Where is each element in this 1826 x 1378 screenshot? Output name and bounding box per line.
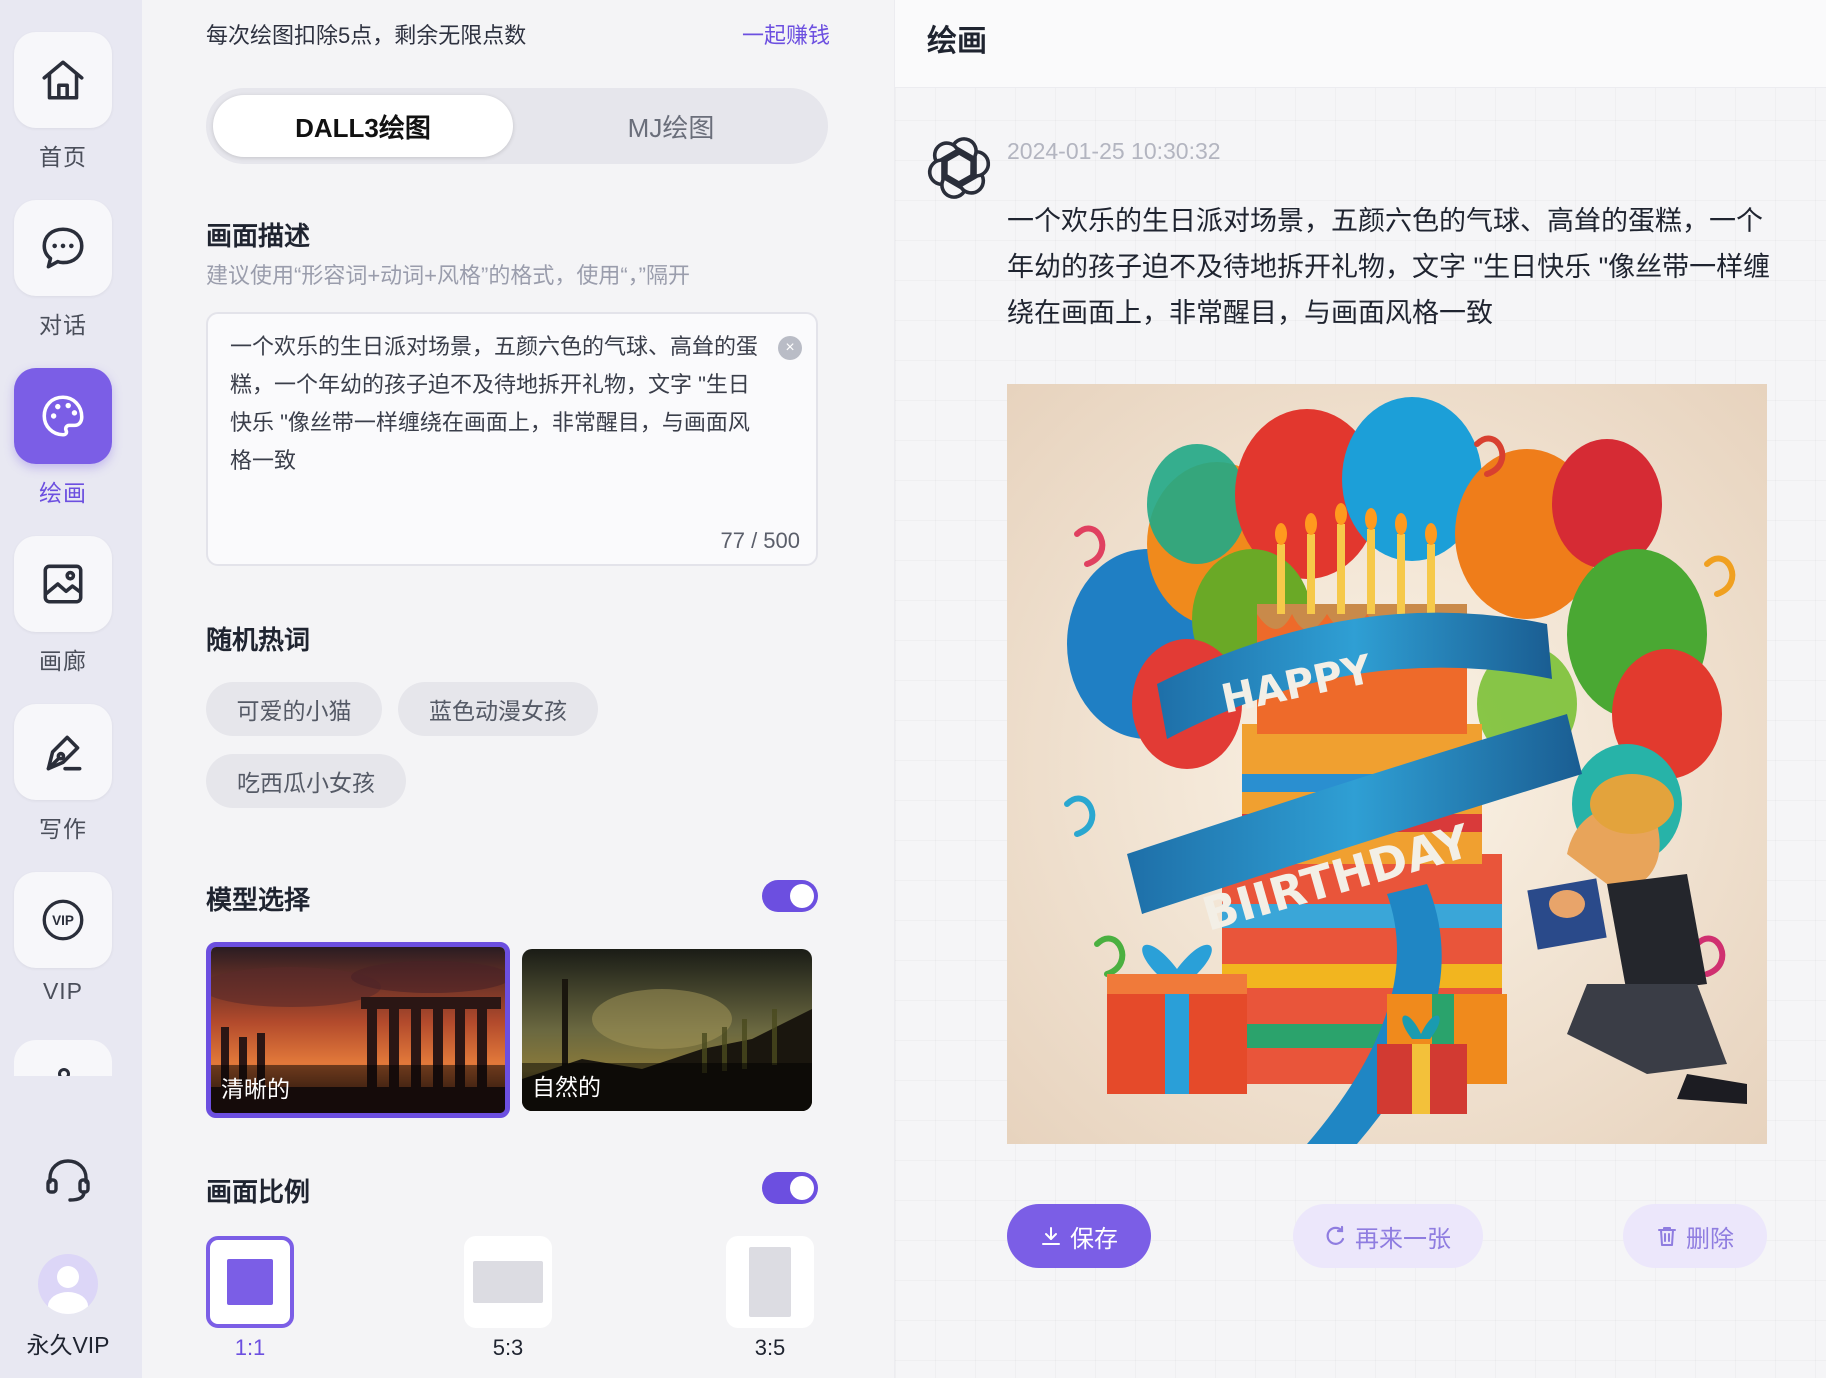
nav-tile [14,200,112,296]
retry-button[interactable]: 再来一张 [1293,1204,1483,1268]
nav-tile [14,368,112,464]
ratio-option-5-3[interactable] [464,1236,552,1328]
model-option-clear[interactable]: 清晰的 [206,942,510,1118]
ratio-toggle[interactable] [762,1172,818,1204]
hot-words-title: 随机热词 [206,625,311,655]
nav-item-write[interactable]: 写作 [14,704,112,844]
main-header: 绘画 [895,0,1826,88]
gallery-icon [43,564,83,604]
model-toggle[interactable] [762,880,818,912]
ratio-title: 画面比例 [206,1177,311,1207]
download-icon [1042,1227,1060,1245]
tab-dall3[interactable]: DALL3绘图 [213,95,513,157]
nav-label: 首页 [39,144,87,170]
membership-label: 永久VIP [26,1332,110,1358]
char-counter: 77 / 500 [720,528,800,553]
delete-button[interactable]: 删除 [1623,1204,1767,1268]
svg-text:VIP: VIP [52,913,74,928]
model-tabs: DALL3绘图 MJ绘图 [206,88,828,164]
save-label: 保存 [1070,1225,1118,1253]
palette-icon [42,395,84,437]
chat-icon [42,227,84,269]
ratio-portrait-shape [749,1247,791,1317]
points-info: 每次绘图扣除5点，剩余无限点数 [206,23,527,48]
prompt-input[interactable]: 一个欢乐的生日派对场景，五颜六色的气球、高耸的蛋糕，一个年幼的孩子迫不及待地拆开… [206,312,818,566]
nav-label: VIP [42,978,84,1004]
nav-tile [14,32,112,128]
page-title: 绘画 [927,25,987,58]
ratio-label: 5:3 [492,1335,524,1360]
more-icon [58,1068,70,1076]
nav-item-draw[interactable]: 绘画 [14,368,112,508]
sidebar: 首页 对话 绘画 画廊 写作 VIP VIP 永久VIP [0,0,142,1378]
pen-icon [46,735,82,771]
prompt-text[interactable]: 一个欢乐的生日派对场景，五颜六色的气球、高耸的蛋糕，一个年幼的孩子迫不及待地拆开… [230,328,760,480]
nav-label: 绘画 [39,480,87,506]
home-icon [42,60,84,100]
settings-panel: 每次绘图扣除5点，剩余无限点数 一起赚钱 DALL3绘图 MJ绘图 画面描述 建… [142,0,894,1378]
nav-item-vip[interactable]: VIP VIP [14,872,112,1005]
nav-item-gallery[interactable]: 画廊 [14,536,112,676]
birthday-illustration: HAPPY BIIRTHDAY [1007,384,1767,1144]
hot-word-chip[interactable]: 可爱的小猫 [206,682,382,736]
vip-icon: VIP [42,899,84,941]
description-title: 画面描述 [206,221,311,251]
retry-label: 再来一张 [1355,1225,1451,1253]
ratio-option-1-1[interactable] [206,1236,294,1328]
support-button[interactable] [40,1152,96,1208]
model-option-label: 清晰的 [211,1065,505,1113]
nav-tile [14,536,112,632]
user-icon [48,1266,88,1314]
nav-item-chat[interactable]: 对话 [14,200,112,340]
nav-label: 写作 [39,816,87,842]
earn-link[interactable]: 一起赚钱 [742,18,830,50]
nav-item-home[interactable]: 首页 [14,32,112,172]
model-title: 模型选择 [206,885,311,915]
headset-icon [46,1159,90,1202]
refresh-icon [1326,1225,1345,1245]
nav-item-more[interactable] [14,1040,112,1076]
message-text: 一个欢乐的生日派对场景，五颜六色的气球、高耸的蛋糕，一个年幼的孩子迫不及待地拆开… [1007,206,1771,328]
avatar[interactable] [38,1254,98,1314]
tab-mj[interactable]: MJ绘图 [521,95,821,157]
hot-word-chip[interactable]: 蓝色动漫女孩 [398,682,598,736]
ratio-label: 1:1 [234,1335,266,1360]
nav-tile: VIP [14,872,112,968]
openai-logo-icon [927,137,991,199]
ratio-label: 3:5 [754,1335,786,1360]
clear-icon[interactable]: × [778,336,802,360]
ratio-option-3-5[interactable] [726,1236,814,1328]
nav-label: 画廊 [39,648,87,674]
delete-label: 删除 [1686,1225,1734,1253]
description-hint: 建议使用“形容词+动词+风格”的格式，使用“，”隔开 [206,263,691,288]
model-option-label: 自然的 [522,1063,812,1111]
nav-label: 对话 [39,312,87,338]
ratio-landscape-shape [473,1261,543,1303]
message-timestamp: 2024-01-25 10:30:32 [1007,138,1221,164]
hot-word-chip[interactable]: 吃西瓜小女孩 [206,754,406,808]
ratio-square-shape [227,1259,273,1305]
save-button[interactable]: 保存 [1007,1204,1151,1268]
model-option-natural[interactable]: 自然的 [522,949,812,1111]
nav-tile [14,704,112,800]
main-area: 绘画 2024-01-25 10:30:32 一个欢乐的生日派对场景，五颜六色的… [894,0,1826,1378]
generated-image[interactable]: HAPPY BIIRTHDAY [1007,384,1767,1144]
trash-icon [1658,1227,1676,1246]
